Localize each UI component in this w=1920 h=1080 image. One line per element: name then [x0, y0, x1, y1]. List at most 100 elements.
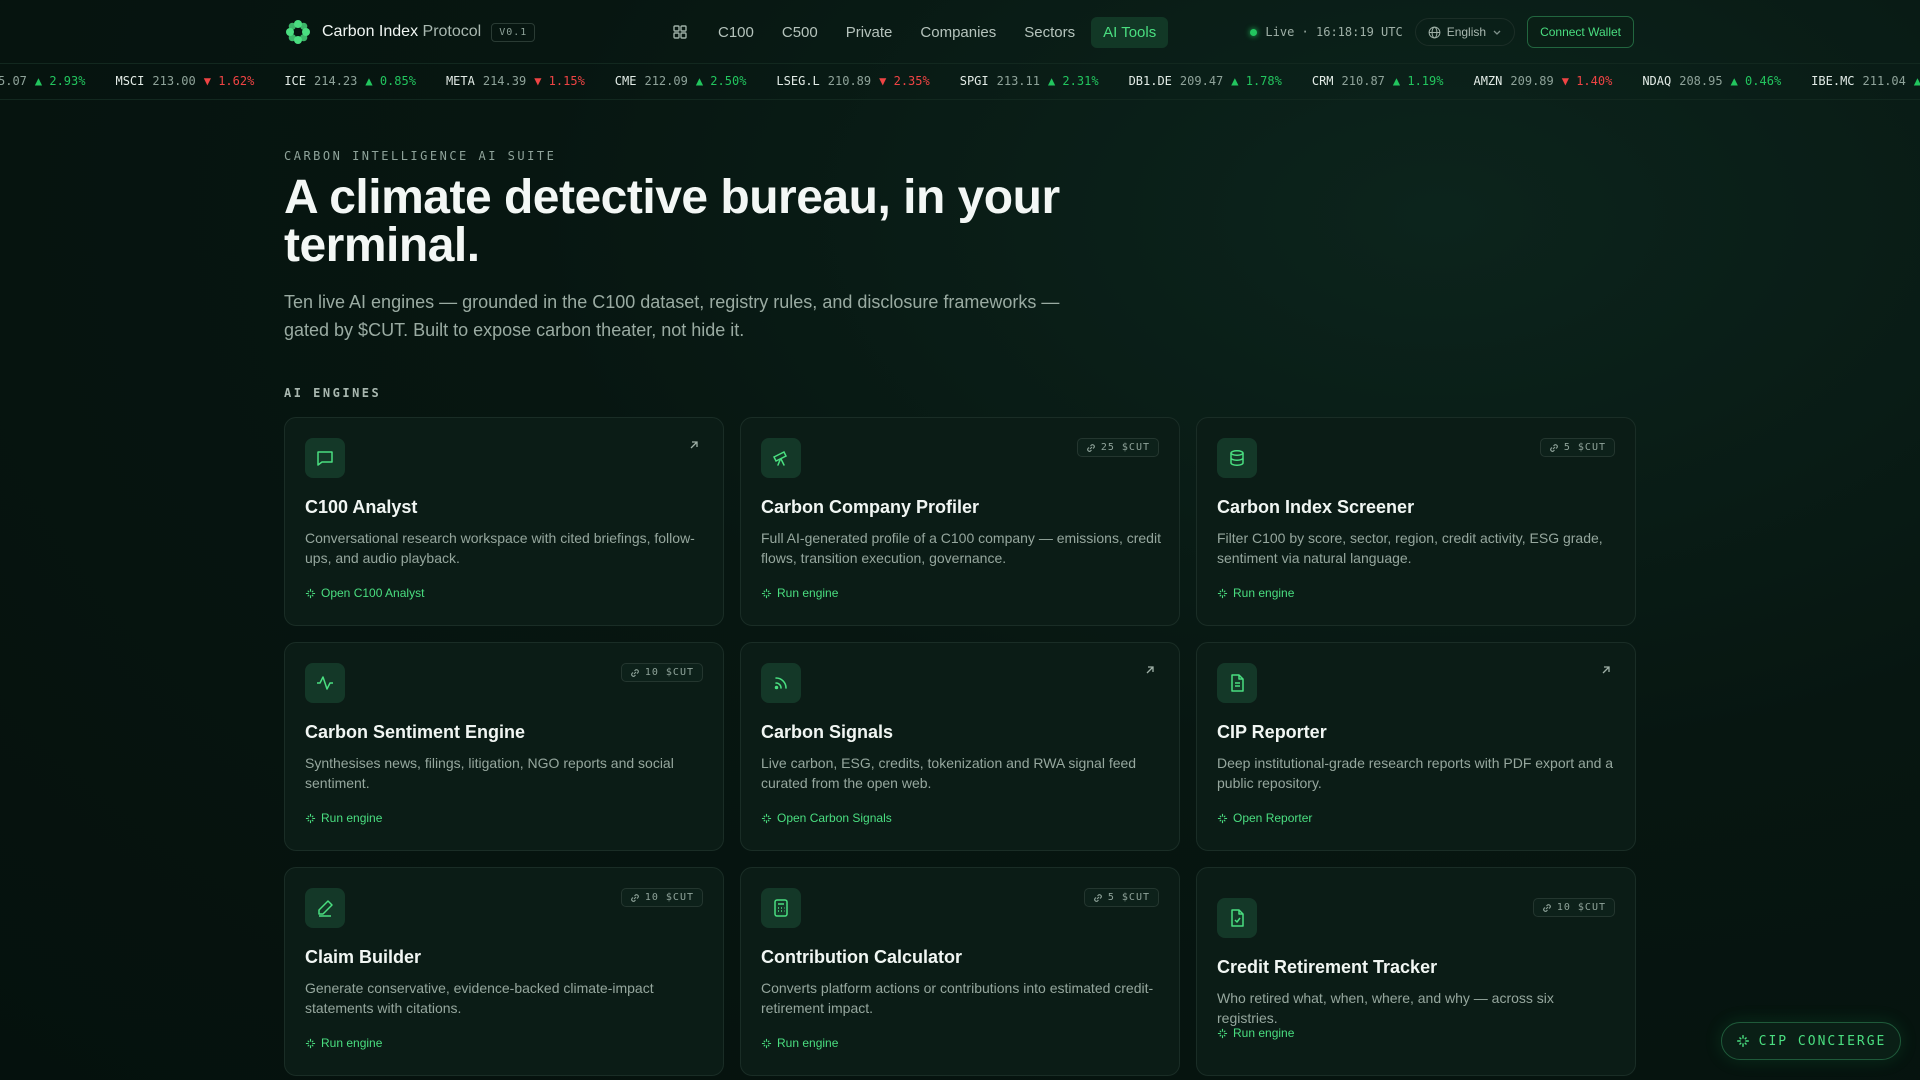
concierge-button[interactable]: CIP CONCIERGE — [1721, 1022, 1901, 1060]
nav-companies[interactable]: Companies — [908, 17, 1008, 48]
ticker-price: 209.89 — [1510, 74, 1554, 88]
nav-sectors[interactable]: Sectors — [1012, 17, 1087, 48]
engine-link[interactable]: Run engine — [761, 586, 838, 600]
ticker-change: ▲ 1.78% — [1231, 74, 1282, 88]
engine-title: Claim Builder — [305, 947, 422, 967]
cost-badge: 10 $CUT — [620, 888, 703, 907]
engine-link[interactable]: Open Carbon Signals — [761, 811, 892, 825]
link-icon — [1087, 443, 1095, 452]
engine-card-c100-analyst[interactable]: C100 Analyst Conversational research wor… — [284, 417, 724, 626]
market-ticker: 5.07 ▲ 2.93% MSCI 213.00 ▼ 1.62% ICE 214.23 ▲ 0… — [0, 64, 1920, 100]
external-arrow-icon[interactable] — [1599, 663, 1613, 677]
ticker-change: ▼ 2.35% — [879, 74, 930, 88]
engine-description: Deep institutional-grade research report… — [1217, 755, 1614, 791]
engine-title: CIP Reporter — [1217, 722, 1327, 742]
nav-c100[interactable]: C100 — [706, 17, 766, 48]
engine-link[interactable]: Run engine — [1217, 1026, 1294, 1040]
ticker-price: 210.87 — [1341, 74, 1385, 88]
ticker-track: 5.07 ▲ 2.93% MSCI 213.00 ▼ 1.62% ICE 214.23 ▲ 0… — [0, 74, 1920, 88]
ticker-item[interactable]: IBE.MC 211.04 ▲ — [1811, 74, 1920, 88]
version-badge: V0.1 — [491, 22, 536, 42]
ticker-item[interactable]: SPGI 213.11 ▲ 2.31% — [960, 74, 1099, 88]
language-selector[interactable]: English — [1414, 18, 1516, 46]
engine-link[interactable]: Run engine — [305, 1036, 382, 1050]
ticker-price: 213.00 — [152, 74, 196, 88]
ticker-change: ▲ — [1914, 74, 1920, 88]
ticker-item[interactable]: META 214.39 ▼ 1.15% — [446, 74, 585, 88]
ticker-change: ▲ 0.46% — [1730, 74, 1782, 88]
language-label: English — [1446, 25, 1487, 39]
cost-badge: 5 $CUT — [1083, 888, 1159, 907]
engine-card-contribution-calculator[interactable]: 5 $CUT Contribution Calculator Converts … — [740, 867, 1180, 1076]
ticker-symbol: LSEG.L — [776, 74, 820, 88]
engine-card-company-profiler[interactable]: 25 $CUT Carbon Company Profiler Full AI-… — [740, 417, 1180, 626]
document-icon — [1217, 663, 1257, 703]
sparkles-icon — [761, 588, 772, 598]
calculator-icon — [761, 888, 801, 928]
ticker-symbol: CRM — [1311, 74, 1334, 88]
ticker-symbol: CME — [614, 74, 637, 88]
ticker-symbol: AMZN — [1473, 74, 1503, 88]
engine-link[interactable]: Open C100 Analyst — [305, 586, 424, 600]
engine-card-index-screener[interactable]: 5 $CUT Carbon Index Screener Filter C100… — [1196, 417, 1636, 626]
engine-link[interactable]: Open Reporter — [1217, 811, 1312, 825]
engine-link[interactable]: Run engine — [761, 1036, 838, 1050]
sparkles-icon — [761, 813, 772, 823]
engine-title: Carbon Company Profiler — [761, 497, 980, 517]
link-icon — [1094, 893, 1102, 902]
ticker-item[interactable]: CME 212.09 ▲ 2.50% — [615, 74, 747, 88]
globe-icon — [1428, 26, 1441, 38]
cost-badge: 10 $CUT — [620, 663, 703, 682]
section-label: AI ENGINES — [284, 386, 382, 400]
sparkles-icon — [305, 588, 316, 598]
brand[interactable]: Carbon Index Protocol V0.1 — [284, 16, 536, 48]
ticker-item[interactable]: 5.07 ▲ 2.93% — [0, 74, 85, 88]
connect-wallet-button[interactable]: Connect Wallet — [1527, 16, 1634, 48]
engine-description: Live carbon, ESG, credits, tokenization … — [761, 755, 1137, 791]
engine-description: Synthesises news, filings, litigation, N… — [305, 755, 674, 791]
pen-icon — [305, 888, 345, 928]
ticker-item[interactable]: NDAQ 208.95 ▲ 0.46% — [1642, 74, 1781, 88]
ticker-symbol: SPGI — [959, 74, 989, 88]
ticker-item[interactable]: DB1.DE 209.47 ▲ 1.78% — [1129, 74, 1282, 88]
external-arrow-icon[interactable] — [687, 438, 701, 452]
ticker-item[interactable]: MSCI 213.00 ▼ 1.62% — [115, 74, 254, 88]
ticker-item[interactable]: CRM 210.87 ▲ 1.19% — [1312, 74, 1444, 88]
engine-card-retirement-tracker[interactable]: 10 $CUT Credit Retirement Tracker Who re… — [1196, 867, 1636, 1076]
page-subtitle: Ten live AI engines — grounded in the C1… — [284, 292, 1060, 340]
link-icon — [631, 893, 639, 902]
engine-card-claim-builder[interactable]: 10 $CUT Claim Builder Generate conservat… — [284, 867, 724, 1076]
nav-ai-tools[interactable]: AI Tools — [1091, 16, 1169, 48]
chat-icon — [305, 438, 345, 478]
engine-description: Filter C100 by score, sector, region, cr… — [1217, 530, 1603, 566]
engine-description: Who retired what, when, where, and why —… — [1217, 990, 1554, 1026]
engine-card-cip-reporter[interactable]: CIP Reporter Deep institutional-grade re… — [1196, 642, 1636, 851]
ticker-price: 214.39 — [482, 74, 527, 88]
ticker-change: ▼ 1.40% — [1561, 74, 1613, 88]
grid-menu-icon[interactable] — [664, 16, 696, 48]
rss-icon — [761, 663, 801, 703]
nav-private[interactable]: Private — [834, 17, 905, 48]
engine-link[interactable]: Run engine — [305, 811, 382, 825]
ticker-change: ▲ 1.19% — [1392, 74, 1444, 88]
ticker-price: 5.07 — [0, 74, 27, 88]
engine-title: Contribution Calculator — [761, 947, 962, 967]
engine-description: Converts platform actions or contributio… — [761, 980, 1154, 1016]
external-arrow-icon[interactable] — [1143, 663, 1157, 677]
live-status: Live · 16:18:19 UTC — [1250, 25, 1403, 39]
engine-card-carbon-signals[interactable]: Carbon Signals Live carbon, ESG, credits… — [740, 642, 1180, 851]
engine-card-sentiment-engine[interactable]: 10 $CUT Carbon Sentiment Engine Synthesi… — [284, 642, 724, 851]
ticker-item[interactable]: LSEG.L 210.89 ▼ 2.35% — [776, 74, 929, 88]
ticker-symbol: META — [445, 74, 475, 88]
nav-c500[interactable]: C500 — [770, 17, 830, 48]
ticker-change: ▲ 2.31% — [1047, 74, 1099, 88]
header-actions: Live · 16:18:19 UTC English Connect Wall… — [1250, 16, 1634, 48]
link-icon — [1543, 903, 1551, 912]
brand-name: Carbon Index Protocol — [322, 23, 482, 40]
ticker-item[interactable]: ICE 214.23 ▲ 0.85% — [284, 74, 416, 88]
ticker-change: ▲ 2.93% — [34, 74, 86, 88]
engine-link[interactable]: Run engine — [1217, 586, 1294, 600]
ticker-item[interactable]: AMZN 209.89 ▼ 1.40% — [1473, 74, 1612, 88]
ticker-symbol: ICE — [284, 74, 307, 88]
main-nav: C100 C500 Private Companies Sectors AI T… — [664, 16, 1169, 48]
